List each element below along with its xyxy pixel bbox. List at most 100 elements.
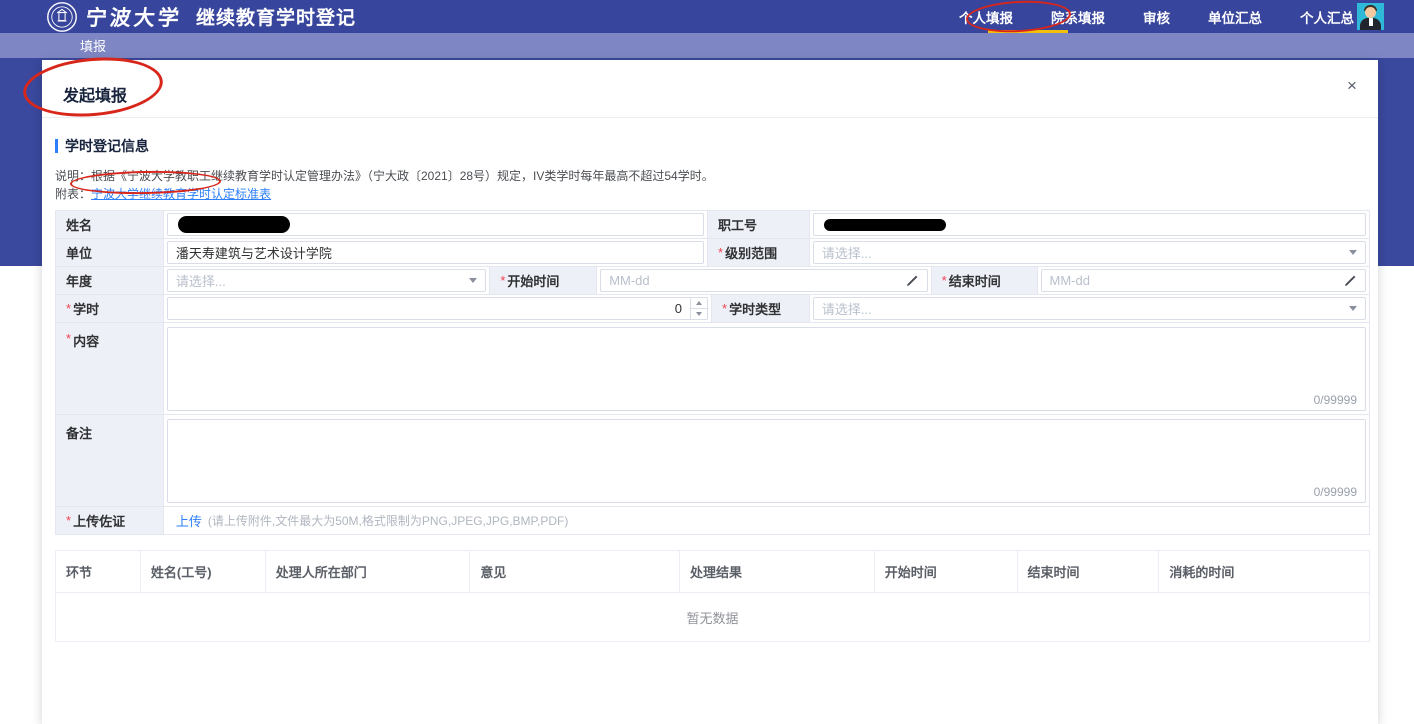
user-avatar[interactable]: [1357, 3, 1384, 30]
policy-note: 说明：根据《宁波大学教职工继续教育学时认定管理办法》（宁大政〔2021〕28号）…: [55, 168, 1365, 185]
unit-cell: 潘天寿建筑与艺术设计学院: [164, 239, 708, 266]
appendix-line: 附表：宁波大学继续教育学时认定标准表: [55, 186, 1365, 203]
appendix-link[interactable]: 宁波大学继续教育学时认定标准表: [91, 187, 271, 201]
avatar-face: [1365, 7, 1376, 18]
empty-table-placeholder: 暂无数据: [56, 593, 1369, 641]
end-time-label: *结束时间: [932, 267, 1038, 294]
col-name-id: 姓名(工号): [141, 551, 266, 592]
year-label: 年度: [56, 267, 164, 294]
remark-textarea[interactable]: 0/99999: [167, 419, 1366, 503]
stepper-controls: [690, 298, 707, 319]
chevron-down-icon: [469, 278, 477, 283]
col-elapsed-time: 消耗的时间: [1159, 551, 1369, 592]
form-row-remark: 备注 0/99999: [56, 415, 1369, 507]
initiate-fill-modal: 发起填报 × 学时登记信息 说明：根据《宁波大学教职工继续教育学时认定管理办法》…: [42, 60, 1378, 724]
modal-title: 发起填报: [63, 82, 127, 106]
top-navbar: 宁波大学 继续教育学时登记 个人填报 院系填报 审核 单位汇总 个人汇总: [0, 0, 1414, 33]
unit-label: 单位: [56, 239, 164, 266]
employee-id-redaction: [824, 219, 946, 231]
hours-type-select[interactable]: 请选择...: [813, 297, 1366, 320]
end-date-input[interactable]: MM-dd: [1041, 269, 1366, 292]
nav-item-review[interactable]: 审核: [1143, 7, 1170, 27]
employee-id-field: [813, 213, 1366, 236]
chevron-down-icon: [1349, 306, 1357, 311]
section-title: 学时登记信息: [65, 136, 149, 156]
employee-id-label: 职工号: [708, 211, 810, 238]
remark-label: 备注: [56, 415, 164, 506]
hours-cell: 0: [164, 295, 712, 322]
name-label: 姓名: [56, 211, 164, 238]
col-start-time: 开始时间: [875, 551, 1018, 592]
avatar-shirt: [1369, 18, 1373, 26]
pencil-icon: [905, 274, 919, 288]
unit-field: 潘天寿建筑与艺术设计学院: [167, 241, 704, 264]
name-redaction: [178, 216, 290, 233]
level-range-cell: 请选择...: [810, 239, 1369, 266]
form-row-hours: *学时 0 *学时类型 请选择...: [56, 295, 1369, 323]
year-cell: 请选择...: [164, 267, 491, 294]
modal-header: 发起填报 ×: [42, 60, 1378, 118]
top-nav: 个人填报 院系填报 审核 单位汇总 个人汇总: [959, 0, 1354, 33]
form-row-upload: *上传佐证 上传 (请上传附件,文件最大为50M,格式限制为PNG,JPEG,J…: [56, 507, 1369, 535]
name-field: [167, 213, 704, 236]
col-result: 处理结果: [680, 551, 875, 592]
university-name: 宁波大学: [84, 2, 183, 32]
arrow-up-icon: [696, 301, 702, 305]
hours-stepper[interactable]: 0: [167, 297, 708, 320]
content-cell: 0/99999: [164, 323, 1369, 414]
col-handler-dept: 处理人所在部门: [266, 551, 471, 592]
university-seal-logo: [46, 1, 78, 33]
start-date-input[interactable]: MM-dd: [600, 269, 927, 292]
employee-id-cell: [810, 211, 1369, 238]
app-title: 继续教育学时登记: [196, 3, 356, 30]
appendix-label: 附表：: [55, 187, 91, 201]
form-row-name: 姓名 职工号: [56, 211, 1369, 239]
hours-type-cell: 请选择...: [810, 295, 1369, 322]
hours-type-label: *学时类型: [712, 295, 810, 322]
upload-evidence-label: *上传佐证: [56, 507, 164, 534]
content-char-counter: 0/99999: [1314, 393, 1357, 407]
upload-hint: (请上传附件,文件最大为50M,格式限制为PNG,JPEG,JPG,BMP,PD…: [208, 512, 568, 529]
form-row-year-dates: 年度 请选择... *开始时间 MM-dd *结束时: [56, 267, 1369, 295]
start-time-cell: MM-dd: [597, 267, 931, 294]
chevron-down-icon: [1349, 250, 1357, 255]
form-row-content: *内容 0/99999: [56, 323, 1369, 415]
tab-fill-report[interactable]: 填报: [80, 36, 106, 55]
content-textarea[interactable]: 0/99999: [167, 327, 1366, 411]
end-time-cell: MM-dd: [1038, 267, 1369, 294]
section-header: 学时登记信息: [55, 136, 1365, 156]
hours-value: 0: [168, 298, 690, 319]
content-label: *内容: [56, 323, 164, 414]
col-end-time: 结束时间: [1018, 551, 1160, 592]
year-select[interactable]: 请选择...: [167, 269, 487, 292]
upload-cell: 上传 (请上传附件,文件最大为50M,格式限制为PNG,JPEG,JPG,BMP…: [164, 507, 1369, 534]
remark-cell: 0/99999: [164, 415, 1369, 506]
close-icon[interactable]: ×: [1342, 76, 1362, 96]
upload-button[interactable]: 上传: [176, 511, 202, 530]
nav-item-department-fill[interactable]: 院系填报: [1051, 7, 1105, 27]
stepper-up-button[interactable]: [691, 298, 707, 309]
name-cell: [164, 211, 708, 238]
credit-hours-form: 姓名 职工号 单位 潘天寿建筑与艺术设计学院: [55, 210, 1370, 535]
sub-tabbar: 填报: [0, 33, 1414, 58]
nav-item-personal-fill[interactable]: 个人填报: [959, 7, 1013, 27]
nav-item-personal-summary[interactable]: 个人汇总: [1300, 7, 1354, 27]
process-table: 环节 姓名(工号) 处理人所在部门 意见 处理结果 开始时间 结束时间 消耗的时…: [55, 550, 1370, 642]
start-time-label: *开始时间: [490, 267, 597, 294]
section-accent-bar: [55, 139, 58, 153]
process-table-header: 环节 姓名(工号) 处理人所在部门 意见 处理结果 开始时间 结束时间 消耗的时…: [56, 551, 1369, 593]
form-row-unit: 单位 潘天寿建筑与艺术设计学院 *级别范围 请选择...: [56, 239, 1369, 267]
level-range-label: *级别范围: [708, 239, 810, 266]
nav-item-unit-summary[interactable]: 单位汇总: [1208, 7, 1262, 27]
arrow-down-icon: [696, 312, 702, 316]
stepper-down-button[interactable]: [691, 309, 707, 319]
modal-body: 学时登记信息 说明：根据《宁波大学教职工继续教育学时认定管理办法》（宁大政〔20…: [42, 118, 1378, 642]
col-step: 环节: [56, 551, 141, 592]
level-range-select[interactable]: 请选择...: [813, 241, 1366, 264]
brand: 宁波大学 继续教育学时登记: [0, 1, 356, 33]
pencil-icon: [1343, 274, 1357, 288]
col-opinion: 意见: [470, 551, 680, 592]
remark-char-counter: 0/99999: [1314, 485, 1357, 499]
unit-value: 潘天寿建筑与艺术设计学院: [176, 243, 332, 262]
hours-label: *学时: [56, 295, 164, 322]
